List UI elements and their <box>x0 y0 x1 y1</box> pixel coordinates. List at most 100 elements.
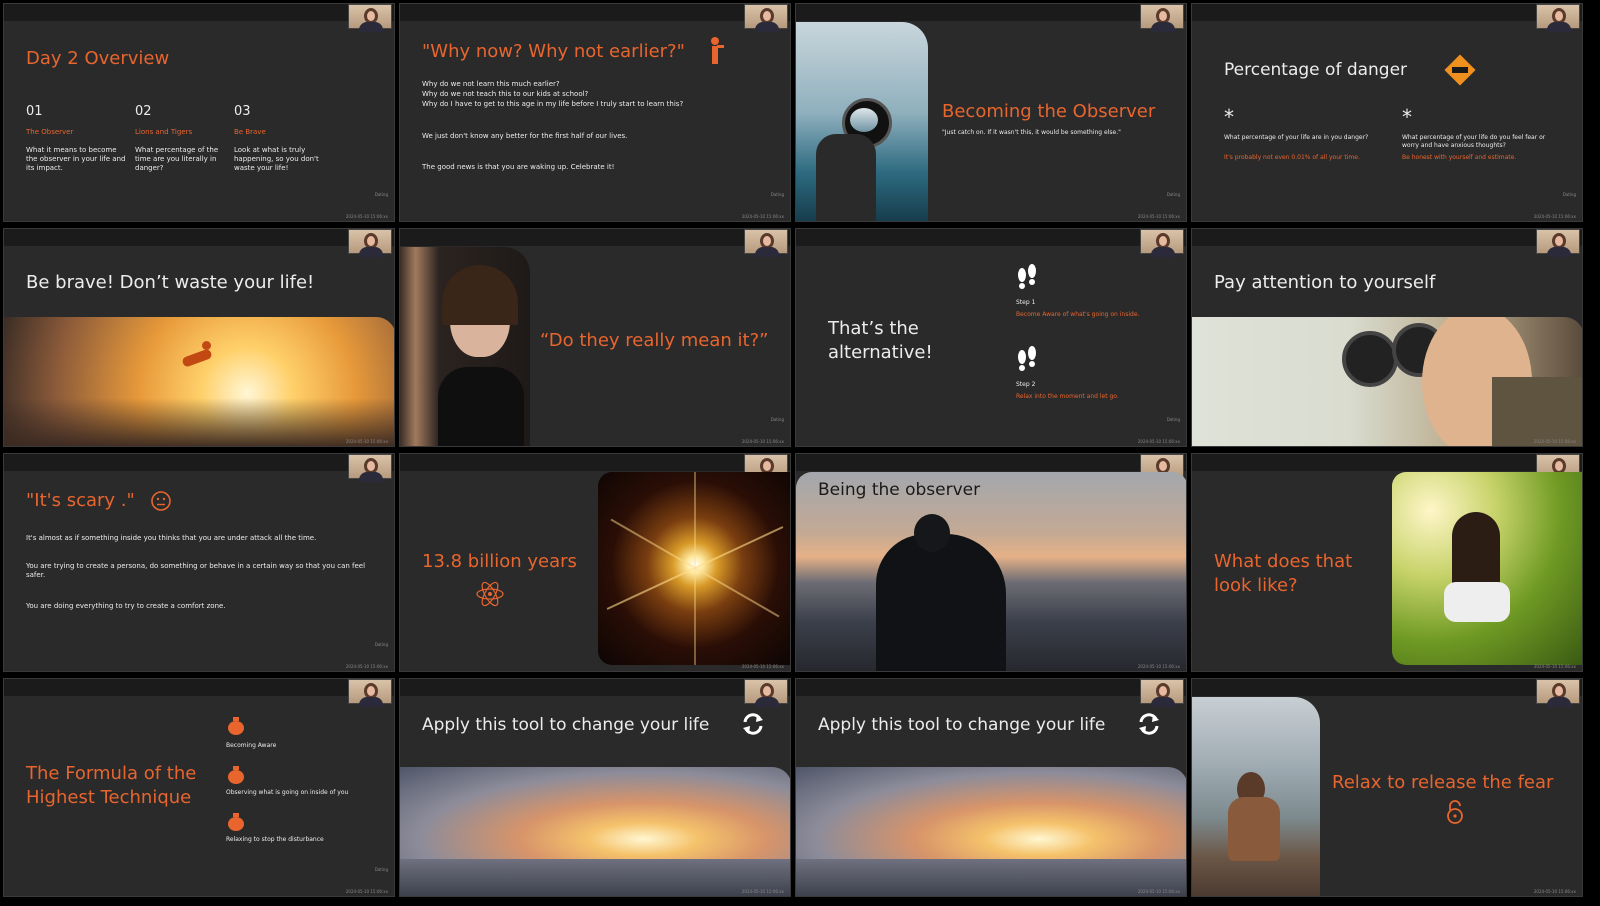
webcam-thumbnail <box>348 4 392 32</box>
slide-formula[interactable]: The Formula of the Highest Technique Bec… <box>3 678 395 897</box>
slide-alternative[interactable]: That’s the alternative! Step 1 Become Aw… <box>795 228 1187 447</box>
slide-timestamp: 2024-05-10 15:06:xx <box>1137 214 1180 219</box>
slide-title-line2: alternative! <box>828 342 933 363</box>
question-line: Why do we not teach this to our kids at … <box>422 90 589 98</box>
step-text: Observing what is going on inside of you <box>226 789 349 796</box>
slide-timestamp: 2024-05-10 15:06:xx <box>345 214 388 219</box>
slide-why-now[interactable]: "Why now? Why not earlier?" Why do we no… <box>399 3 791 222</box>
woman-grass-photo <box>1392 472 1582 665</box>
slide-title-line2: Highest Technique <box>26 787 192 808</box>
footprints-icon <box>1016 263 1038 291</box>
slide-title: Day 2 Overview <box>26 48 170 69</box>
slide-title: "Why now? Why not earlier?" <box>422 41 685 62</box>
slide-what-does-that-look-like[interactable]: What does that look like? 2024-05-10 15:… <box>1191 453 1583 672</box>
col-text: What it means to become the observer in … <box>26 146 126 172</box>
sunset-sea-photo <box>400 767 790 896</box>
slide-title-line2: look like? <box>1214 575 1298 596</box>
slide-pay-attention[interactable]: Pay attention to yourself 2024-05-10 15:… <box>1191 228 1583 447</box>
refresh-icon <box>1136 711 1162 737</box>
step-text: Relax into the moment and let go. <box>1016 393 1119 400</box>
slide-billion-years[interactable]: 13.8 billion years 2024-05-10 15:06:xx <box>399 453 791 672</box>
paragraph: We just don't know any better for the fi… <box>422 132 628 140</box>
slide-becoming-observer[interactable]: Becoming the Observer "Just catch on. If… <box>795 3 1187 222</box>
slide-timestamp: 2024-05-10 15:06:xx <box>345 664 388 669</box>
lock-icon <box>1445 800 1465 824</box>
col-number: 01 <box>26 104 43 119</box>
slide-being-observer[interactable]: Being the observer 2024-05-10 15:06:xx <box>795 453 1187 672</box>
brand-label: Dating <box>374 192 388 197</box>
question-text: What percentage of your life are in you … <box>1224 134 1369 141</box>
slide-percentage-danger[interactable]: Percentage of danger * * What percentage… <box>1191 3 1583 222</box>
slide-timestamp: 2024-05-10 15:06:xx <box>345 439 388 444</box>
col-heading: Be Brave <box>234 128 266 136</box>
col-number: 02 <box>135 104 152 119</box>
woman-dock-photo <box>1192 697 1320 896</box>
brand-label: Dating <box>1562 192 1576 197</box>
slide-timestamp: 2024-05-10 15:06:xx <box>1533 439 1576 444</box>
webcam-thumbnail <box>1536 229 1580 257</box>
danger-sign-icon <box>1442 52 1478 88</box>
slide-title: Percentage of danger <box>1224 60 1408 80</box>
step-label: Step 1 <box>1016 299 1036 306</box>
webcam-thumbnail <box>744 4 788 32</box>
slide-timestamp: 2024-05-10 15:06:xx <box>1533 214 1576 219</box>
person-icon <box>706 36 724 66</box>
slide-title-line1: What does that <box>1214 551 1353 572</box>
step-text: Becoming Aware <box>226 742 277 749</box>
slide-title: Apply this tool to change your life <box>422 715 710 735</box>
slide-apply-tool-2[interactable]: Apply this tool to change your life 2024… <box>795 678 1187 897</box>
paragraph: The good news is that you are waking up.… <box>422 163 615 171</box>
brand-label: Dating <box>770 192 784 197</box>
webcam-thumbnail <box>348 454 392 482</box>
brand-label: Dating <box>1166 417 1180 422</box>
slide-day2-overview[interactable]: Day 2 Overview 01 The Observer What it m… <box>3 3 395 222</box>
slide-timestamp: 2024-05-10 15:06:xx <box>1137 439 1180 444</box>
webcam-thumbnail <box>1140 229 1184 257</box>
slide-title: Relax to release the fear <box>1332 772 1554 793</box>
asterisk-icon: * <box>1402 105 1412 129</box>
webcam-thumbnail <box>744 679 788 707</box>
paragraph: You are trying to create a persona, do s… <box>26 562 366 579</box>
slide-timestamp: 2024-05-10 15:06:xx <box>1137 889 1180 894</box>
webcam-thumbnail <box>348 229 392 257</box>
slide-title: Pay attention to yourself <box>1214 272 1436 293</box>
paragraph: It's almost as if something inside you t… <box>26 534 317 542</box>
slide-timestamp: 2024-05-10 15:06:xx <box>741 889 784 894</box>
asterisk-icon: * <box>1224 105 1234 129</box>
brand-label: Dating <box>1166 192 1180 197</box>
slide-grid: Day 2 Overview 01 The Observer What it m… <box>0 0 1600 906</box>
webcam-thumbnail <box>744 229 788 257</box>
jumping-man-photo <box>4 317 394 446</box>
mirror-woman-photo <box>400 247 530 446</box>
footprints-icon <box>1016 345 1038 373</box>
slide-timestamp: 2024-05-10 15:06:xx <box>741 439 784 444</box>
slide-title: “Do they really mean it?” <box>540 330 769 351</box>
note-text: Be honest with yourself and estimate. <box>1402 154 1517 161</box>
slide-title-line1: That’s the <box>828 318 919 339</box>
slide-relax-release[interactable]: Relax to release the fear 2024-05-10 15:… <box>1191 678 1583 897</box>
slide-timestamp: 2024-05-10 15:06:xx <box>741 214 784 219</box>
binoculars-man-photo <box>1192 317 1582 446</box>
webcam-thumbnail <box>1140 4 1184 32</box>
vase-icon <box>226 812 246 832</box>
atom-icon <box>475 579 505 609</box>
slide-title: Be brave! Don’t waste your life! <box>26 272 315 293</box>
slide-title: Becoming the Observer <box>942 101 1156 122</box>
question-line: Why do we not learn this much earlier? <box>422 80 560 88</box>
slide-apply-tool-1[interactable]: Apply this tool to change your life 2024… <box>399 678 791 897</box>
slide-its-scary[interactable]: "It's scary ." It's almost as if somethi… <box>3 453 395 672</box>
question-line: Why do I have to get to this age in my l… <box>422 100 684 108</box>
sunset-sea-photo <box>796 767 1186 896</box>
webcam-thumbnail <box>348 679 392 707</box>
quote-text: "Just catch on. If it wasn't this, it wo… <box>942 129 1121 136</box>
webcam-thumbnail <box>1140 679 1184 707</box>
col-heading: The Observer <box>26 128 74 136</box>
brand-label: Dating <box>374 642 388 647</box>
note-text: It's probably not even 0.01% of all your… <box>1224 154 1360 161</box>
slide-do-they-mean-it[interactable]: “Do they really mean it?” Dating 2024-05… <box>399 228 791 447</box>
col-text: Look at what is truly happening, so you … <box>234 146 319 172</box>
step-text: Become Aware of what's going on inside. <box>1016 311 1140 318</box>
lens-photo <box>796 22 928 221</box>
slide-be-brave[interactable]: Be brave! Don’t waste your life! 2024-05… <box>3 228 395 447</box>
col-number: 03 <box>234 104 251 119</box>
